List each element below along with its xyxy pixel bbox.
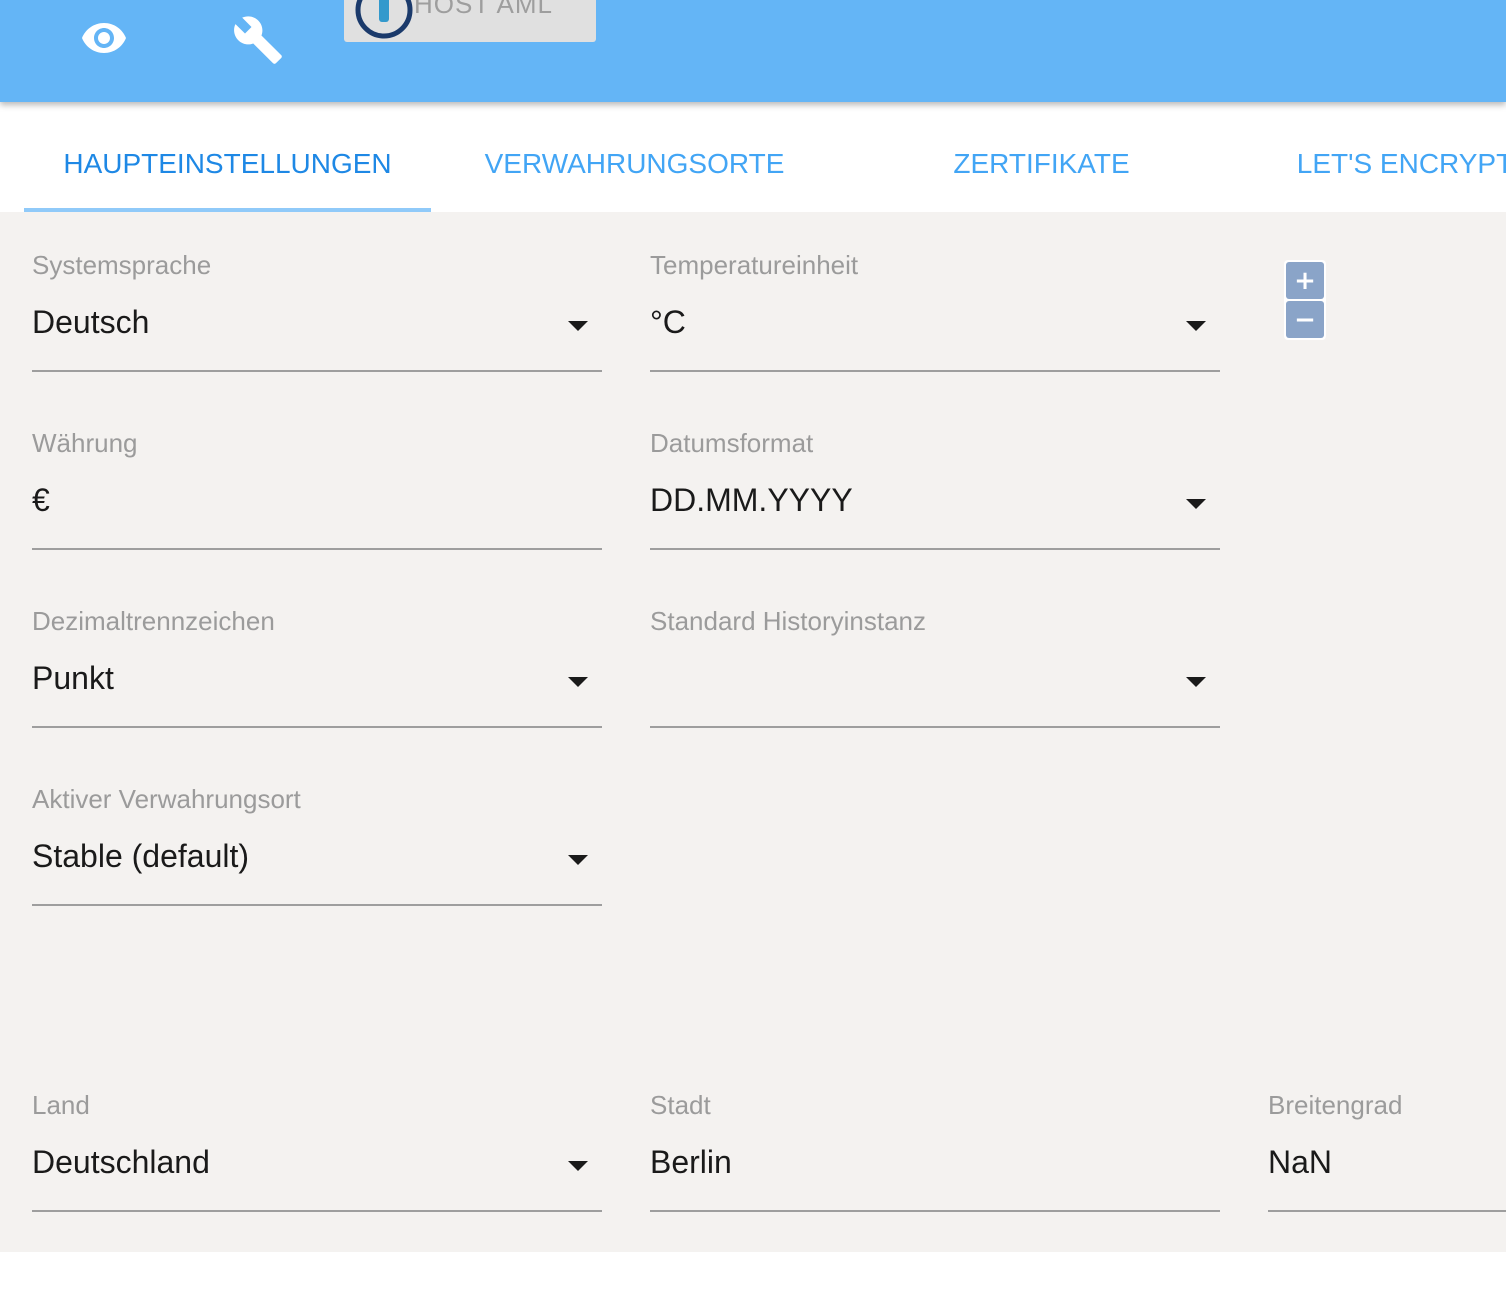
system-language-select[interactable]: Systemsprache Deutsch [32, 250, 602, 374]
field-label: Breitengrad [1268, 1090, 1403, 1120]
field-underline [650, 548, 1220, 550]
dropdown-arrow-icon [1186, 499, 1206, 509]
default-history-select[interactable]: Standard Historyinstanz [650, 606, 1220, 730]
field-value: Deutschland [32, 1144, 210, 1180]
currency-field[interactable]: Währung € [32, 428, 602, 552]
settings-button[interactable] [226, 10, 290, 70]
field-underline [32, 370, 602, 372]
dropdown-arrow-icon [568, 677, 588, 687]
zoom-out-button[interactable]: − [1286, 301, 1324, 338]
temperature-unit-select[interactable]: Temperatureinheit °C [650, 250, 1220, 374]
field-value: DD.MM.YYYY [650, 482, 853, 518]
field-label: Land [32, 1090, 90, 1120]
tab-repositories[interactable]: VERWAHRUNGSORTE [431, 116, 838, 212]
field-label: Stadt [650, 1090, 711, 1120]
field-underline [650, 726, 1220, 728]
dropdown-arrow-icon [568, 855, 588, 865]
tab-certificates[interactable]: ZERTIFIKATE [838, 116, 1245, 212]
tab-lets-encrypt[interactable]: LET'S ENCRYPT [1245, 116, 1506, 212]
field-label: Systemsprache [32, 250, 212, 280]
dropdown-arrow-icon [1186, 321, 1206, 331]
field-underline [650, 370, 1220, 372]
host-label: HOST AML [414, 0, 554, 19]
field-underline [32, 1210, 602, 1212]
field-value: Berlin [650, 1144, 732, 1180]
dropdown-arrow-icon [568, 1161, 588, 1171]
settings-form: Systemsprache Deutsch Temperatureinheit … [0, 212, 1506, 1252]
field-label: Währung [32, 428, 138, 458]
field-label: Standard Historyinstanz [650, 606, 927, 636]
dropdown-arrow-icon [1186, 677, 1206, 687]
zoom-in-button[interactable]: + [1286, 262, 1324, 299]
tab-main-settings[interactable]: HAUPTEINSTELLUNGEN [24, 116, 431, 212]
decimal-separator-select[interactable]: Dezimaltrennzeichen Punkt [32, 606, 602, 730]
field-value: Punkt [32, 660, 114, 696]
field-value: NaN [1268, 1144, 1333, 1180]
field-underline [32, 548, 602, 550]
field-underline [32, 726, 602, 728]
latitude-field[interactable]: Breitengrad NaN [1268, 1090, 1506, 1214]
date-format-select[interactable]: Datumsformat DD.MM.YYYY [650, 428, 1220, 552]
field-value: °C [650, 304, 686, 340]
wrench-icon [234, 16, 282, 64]
host-selector[interactable]: HOST AML [344, 0, 596, 42]
map-zoom-control: + − [1284, 260, 1326, 340]
eye-icon [82, 23, 126, 53]
field-underline [650, 1210, 1220, 1212]
city-field[interactable]: Stadt Berlin [650, 1090, 1220, 1214]
settings-tabs: HAUPTEINSTELLUNGEN VERWAHRUNGSORTE ZERTI… [0, 116, 1506, 212]
dropdown-arrow-icon [568, 321, 588, 331]
top-toolbar: HOST AML [0, 0, 1506, 102]
field-label: Temperatureinheit [650, 250, 859, 280]
active-repository-select[interactable]: Aktiver Verwahrungsort Stable (default) [32, 784, 602, 908]
field-value: Deutsch [32, 304, 150, 340]
field-underline [32, 904, 602, 906]
view-button[interactable] [72, 10, 136, 66]
field-underline [1268, 1210, 1506, 1212]
field-value: Stable (default) [32, 838, 250, 874]
field-label: Datumsformat [650, 428, 814, 458]
iobroker-logo-icon [354, 0, 414, 39]
field-label: Dezimaltrennzeichen [32, 606, 275, 636]
country-select[interactable]: Land Deutschland [32, 1090, 602, 1214]
field-label: Aktiver Verwahrungsort [32, 784, 301, 814]
field-value: € [32, 482, 50, 518]
